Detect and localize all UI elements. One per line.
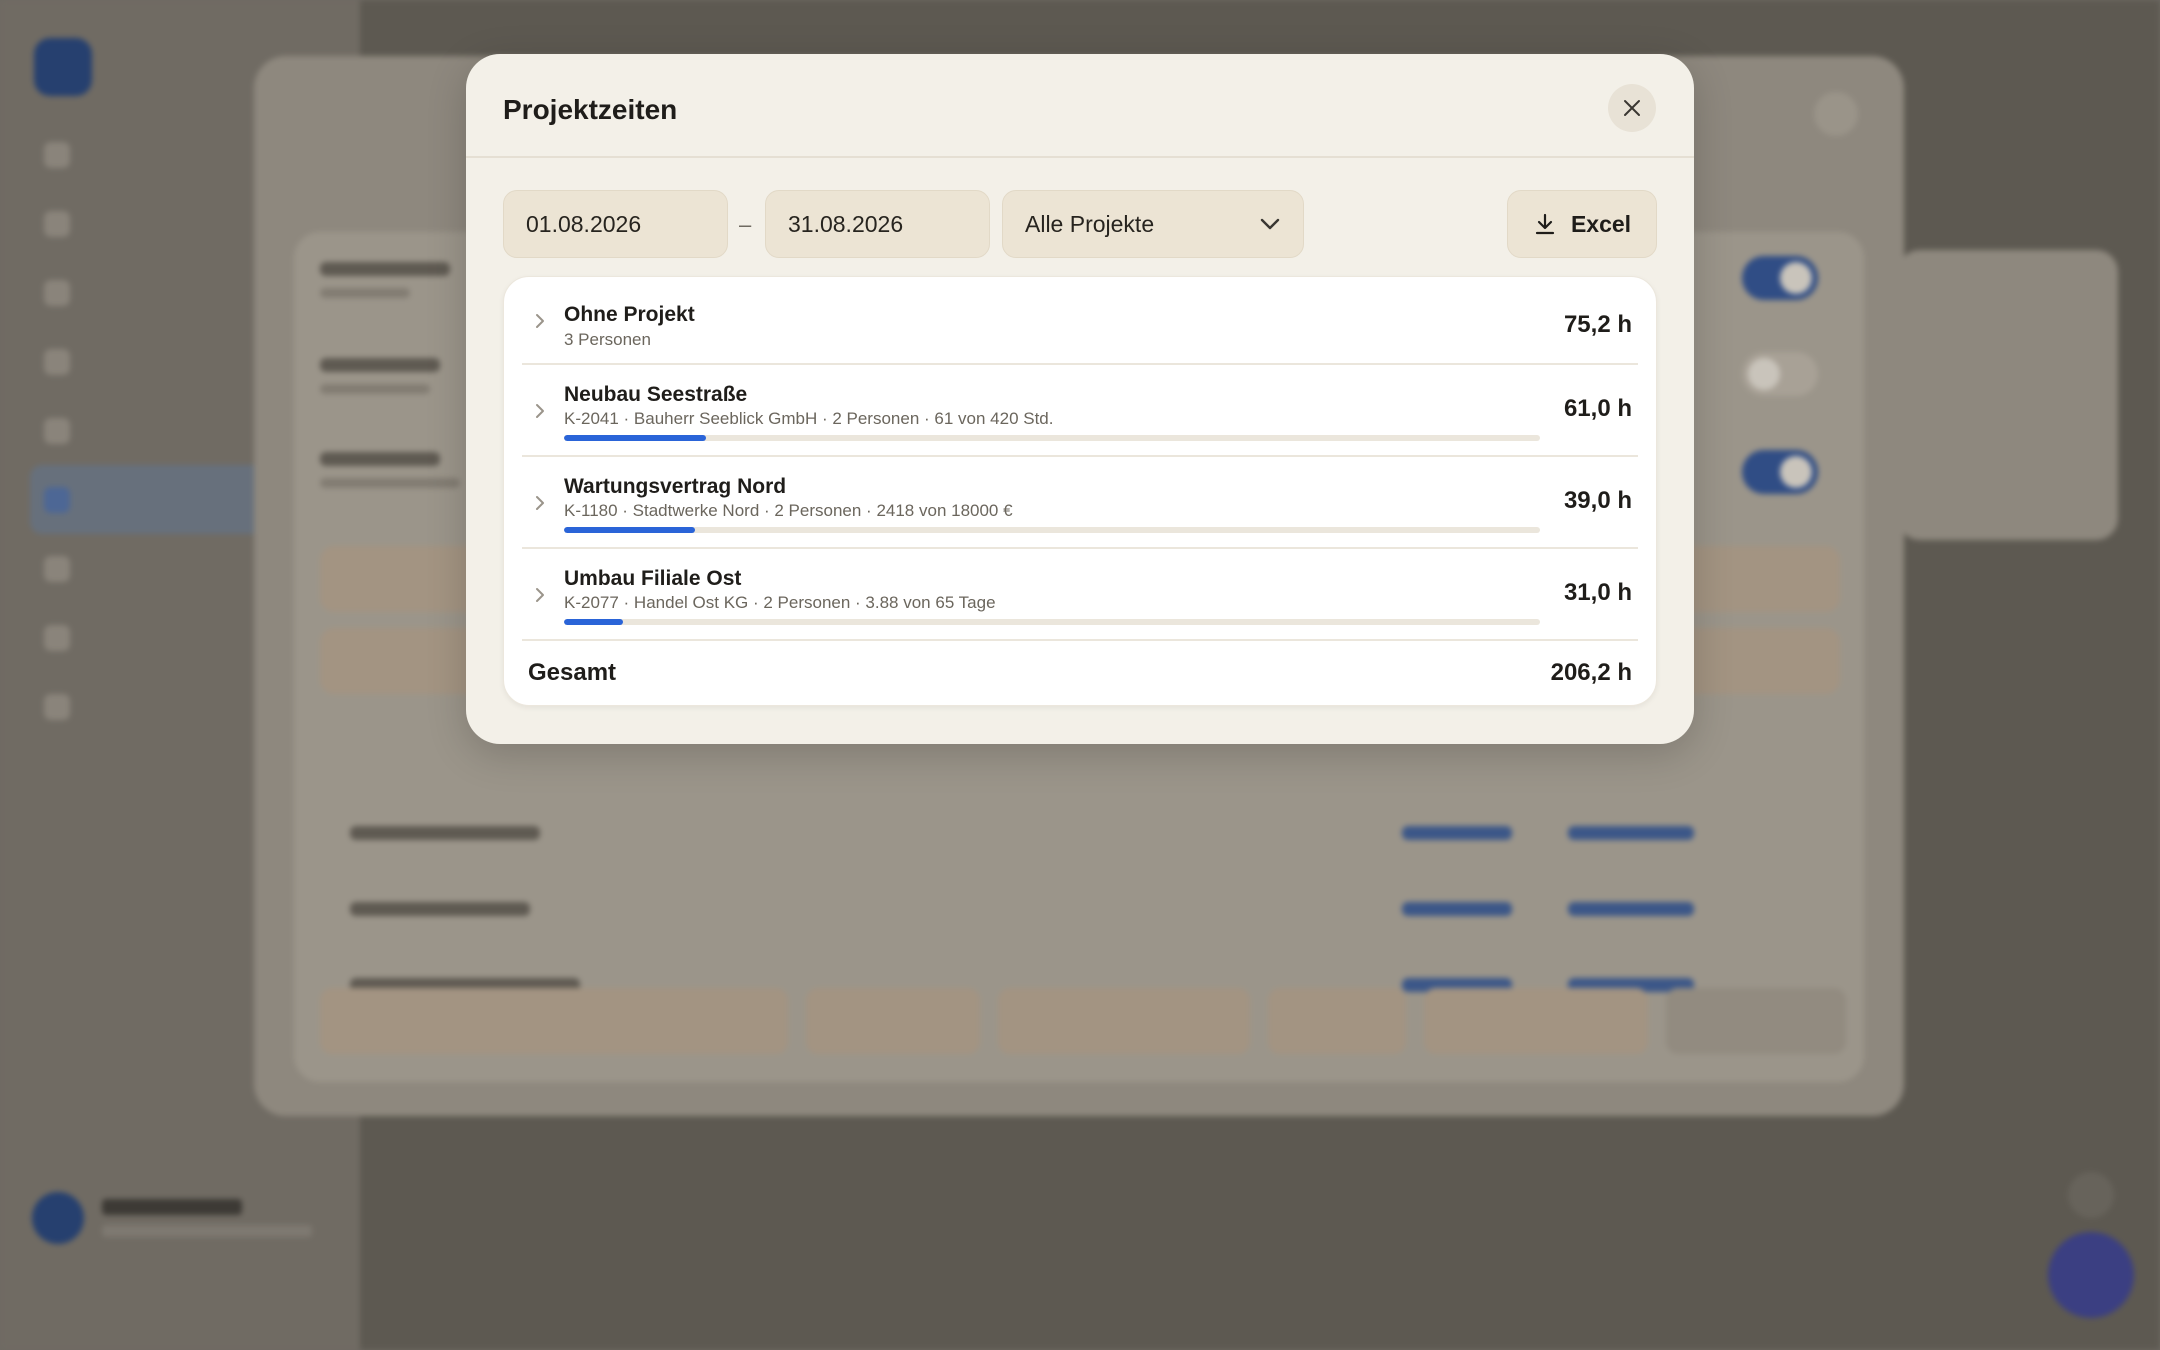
toggle-on xyxy=(1742,450,1818,494)
project-hours: 61,0 h xyxy=(1563,395,1632,422)
toggle-on xyxy=(1742,256,1818,300)
project-select[interactable]: Alle Projekte xyxy=(1002,190,1304,258)
avatar xyxy=(32,1192,84,1244)
date-to-value: 31.08.2026 xyxy=(788,210,904,237)
project-hours: 31,0 h xyxy=(1563,579,1632,606)
background-input xyxy=(806,988,980,1054)
background-input xyxy=(320,988,788,1054)
close-button[interactable] xyxy=(1608,84,1656,132)
chevron-right-icon xyxy=(536,314,544,328)
excel-export-label: Excel xyxy=(1570,210,1632,237)
project-name: Neubau Seestraße xyxy=(564,383,748,406)
chevron-down-icon xyxy=(1260,218,1280,230)
modal-header: Projektzeiten xyxy=(466,54,1694,158)
total-row: Gesamt 206,2 h xyxy=(528,647,1632,697)
project-name: Ohne Projekt xyxy=(564,303,695,326)
project-name: Umbau Filiale Ost xyxy=(564,567,742,590)
date-to-input[interactable]: 31.08.2026 xyxy=(765,190,990,258)
close-icon xyxy=(1624,100,1640,116)
project-row-neubau-seestrasse[interactable]: Neubau Seestraße K-2041 · Bauherr Seebli… xyxy=(522,365,1638,457)
side-card xyxy=(1898,250,2118,540)
project-hours: 39,0 h xyxy=(1563,487,1632,514)
background-input xyxy=(1424,988,1648,1054)
project-name: Wartungsvertrag Nord xyxy=(564,475,787,498)
project-times-modal: Projektzeiten 01.08.2026 – 31.08.2026 Al… xyxy=(466,54,1694,744)
project-details: K-1180 · Stadtwerke Nord · 2 Personen · … xyxy=(564,501,1013,520)
floating-action-button xyxy=(2048,1232,2134,1318)
project-row-ohne-projekt[interactable]: Ohne Projekt 3 Personen 75,2 h xyxy=(522,277,1638,365)
project-hours-list: Ohne Projekt 3 Personen 75,2 h Neubau Se… xyxy=(503,276,1657,706)
project-select-value: Alle Projekte xyxy=(1025,210,1155,237)
project-details: 3 Personen xyxy=(564,330,651,349)
projects-panel-close xyxy=(1814,92,1858,136)
project-details: K-2077 · Handel Ost KG · 2 Personen · 3.… xyxy=(564,593,996,612)
date-from-input[interactable]: 01.08.2026 xyxy=(503,190,728,258)
date-from-value: 01.08.2026 xyxy=(526,210,642,237)
app-logo xyxy=(34,38,92,96)
background-input xyxy=(1666,988,1846,1054)
project-row-umbau-filiale-ost[interactable]: Umbau Filiale Ost K-2077 · Handel Ost KG… xyxy=(522,549,1638,641)
excel-export-button[interactable]: Excel xyxy=(1507,190,1657,258)
small-floating-button xyxy=(2068,1172,2114,1218)
budget-progress-bar xyxy=(564,619,1540,625)
total-value: 206,2 h xyxy=(1550,659,1632,686)
filter-bar: 01.08.2026 – 31.08.2026 Alle Projekte Ex… xyxy=(503,190,1657,258)
project-hours: 75,2 h xyxy=(1563,311,1632,338)
total-label: Gesamt xyxy=(528,659,617,686)
project-row-wartungsvertrag-nord[interactable]: Wartungsvertrag Nord K-1180 · Stadtwerke… xyxy=(522,457,1638,549)
user-profile xyxy=(32,1192,312,1244)
date-separator: – xyxy=(739,212,752,237)
background-input xyxy=(1268,988,1406,1054)
project-details: K-2041 · Bauherr Seeblick GmbH · 2 Perso… xyxy=(564,409,1054,428)
chevron-right-icon xyxy=(536,588,544,602)
chevron-right-icon xyxy=(536,404,544,418)
budget-progress-bar xyxy=(564,527,1540,533)
modal-title: Projektzeiten xyxy=(503,94,678,125)
download-icon xyxy=(1535,213,1555,235)
toggle-off xyxy=(1742,352,1818,396)
chevron-right-icon xyxy=(536,496,544,510)
budget-progress-bar xyxy=(564,435,1540,441)
background-input xyxy=(998,988,1250,1054)
